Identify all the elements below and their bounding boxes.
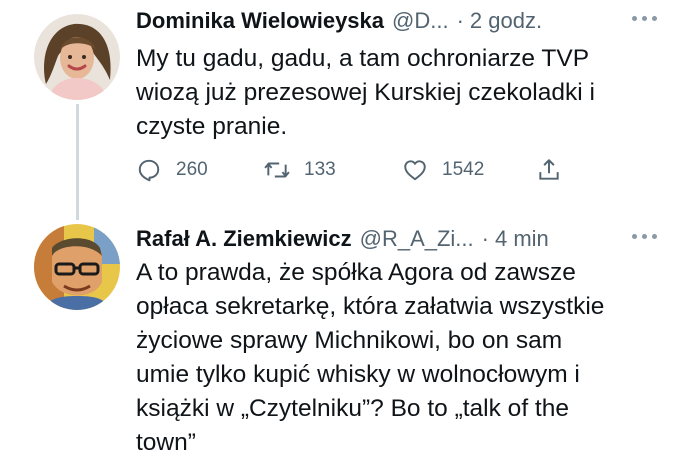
avatar-dominika[interactable] bbox=[34, 14, 120, 100]
tweet-text-line: A to prawda, że spółka Agora od zawsze bbox=[136, 259, 576, 286]
share-button[interactable] bbox=[536, 150, 576, 190]
tweet-text-line: umie tylko kupić whisky w wolnocłowym i bbox=[136, 361, 580, 388]
retweet-icon bbox=[264, 162, 290, 178]
tweet-text-line: książki w „Czytelniku”? Bo to „talk of t… bbox=[136, 395, 569, 422]
author-name[interactable]: Dominika Wielowieyska bbox=[136, 6, 384, 36]
tweet-timestamp[interactable]: 4 min bbox=[495, 224, 549, 254]
author-name[interactable]: Rafał A. Ziemkiewicz bbox=[136, 224, 352, 254]
reply-count: 260 bbox=[176, 159, 208, 180]
tweet-text-line: My tu gadu, gadu, a tam ochroniarze TVP bbox=[136, 45, 590, 72]
reply-icon bbox=[138, 159, 160, 182]
retweet-count: 133 bbox=[304, 159, 336, 180]
more-options-icon[interactable] bbox=[632, 234, 660, 242]
thread-connector-line bbox=[76, 104, 79, 220]
tweet-1[interactable]: Dominika Wielowieyska @D... · 2 godz. My… bbox=[0, 0, 680, 220]
tweet-text: A to prawda, że spółka Agora od zawsze o… bbox=[136, 256, 666, 460]
separator-dot: · bbox=[456, 8, 464, 33]
retweet-button[interactable]: 133 bbox=[264, 150, 336, 190]
avatar-image bbox=[34, 224, 120, 310]
like-icon bbox=[404, 160, 426, 181]
tweet-timestamp[interactable]: 2 godz. bbox=[470, 6, 542, 36]
more-options-icon[interactable] bbox=[632, 16, 660, 24]
avatar-image bbox=[34, 14, 120, 100]
tweet-text-line: życiowe sprawy Michnikowi, bo on sam bbox=[136, 327, 563, 354]
avatar-rafal[interactable] bbox=[34, 224, 120, 310]
reply-button[interactable]: 260 bbox=[136, 150, 208, 190]
author-handle[interactable]: @D... bbox=[392, 6, 449, 36]
tweet-2[interactable]: Rafał A. Ziemkiewicz @R_A_Zi... · 4 min … bbox=[0, 220, 680, 462]
tweet-text: My tu gadu, gadu, a tam ochroniarze TVP … bbox=[136, 42, 666, 144]
tweet-actions: 260 133 1542 bbox=[136, 150, 576, 190]
tweet-text-line: opłaca sekretarkę, która załatwia wszyst… bbox=[136, 293, 605, 320]
tweet-2-header: Rafał A. Ziemkiewicz @R_A_Zi... · 4 min bbox=[136, 224, 549, 254]
like-count: 1542 bbox=[442, 159, 485, 180]
tweet-text-line: czyste pranie. bbox=[136, 113, 288, 140]
tweet-text-line: wiozą już prezesowej Kurskiej czekoladki… bbox=[136, 79, 595, 106]
share-icon bbox=[539, 159, 559, 180]
tweet-text-line: town” bbox=[136, 429, 196, 456]
author-handle[interactable]: @R_A_Zi... bbox=[360, 224, 474, 254]
separator-dot: · bbox=[481, 226, 489, 251]
tweet-1-header: Dominika Wielowieyska @D... · 2 godz. bbox=[136, 6, 542, 36]
like-button[interactable]: 1542 bbox=[402, 150, 484, 190]
